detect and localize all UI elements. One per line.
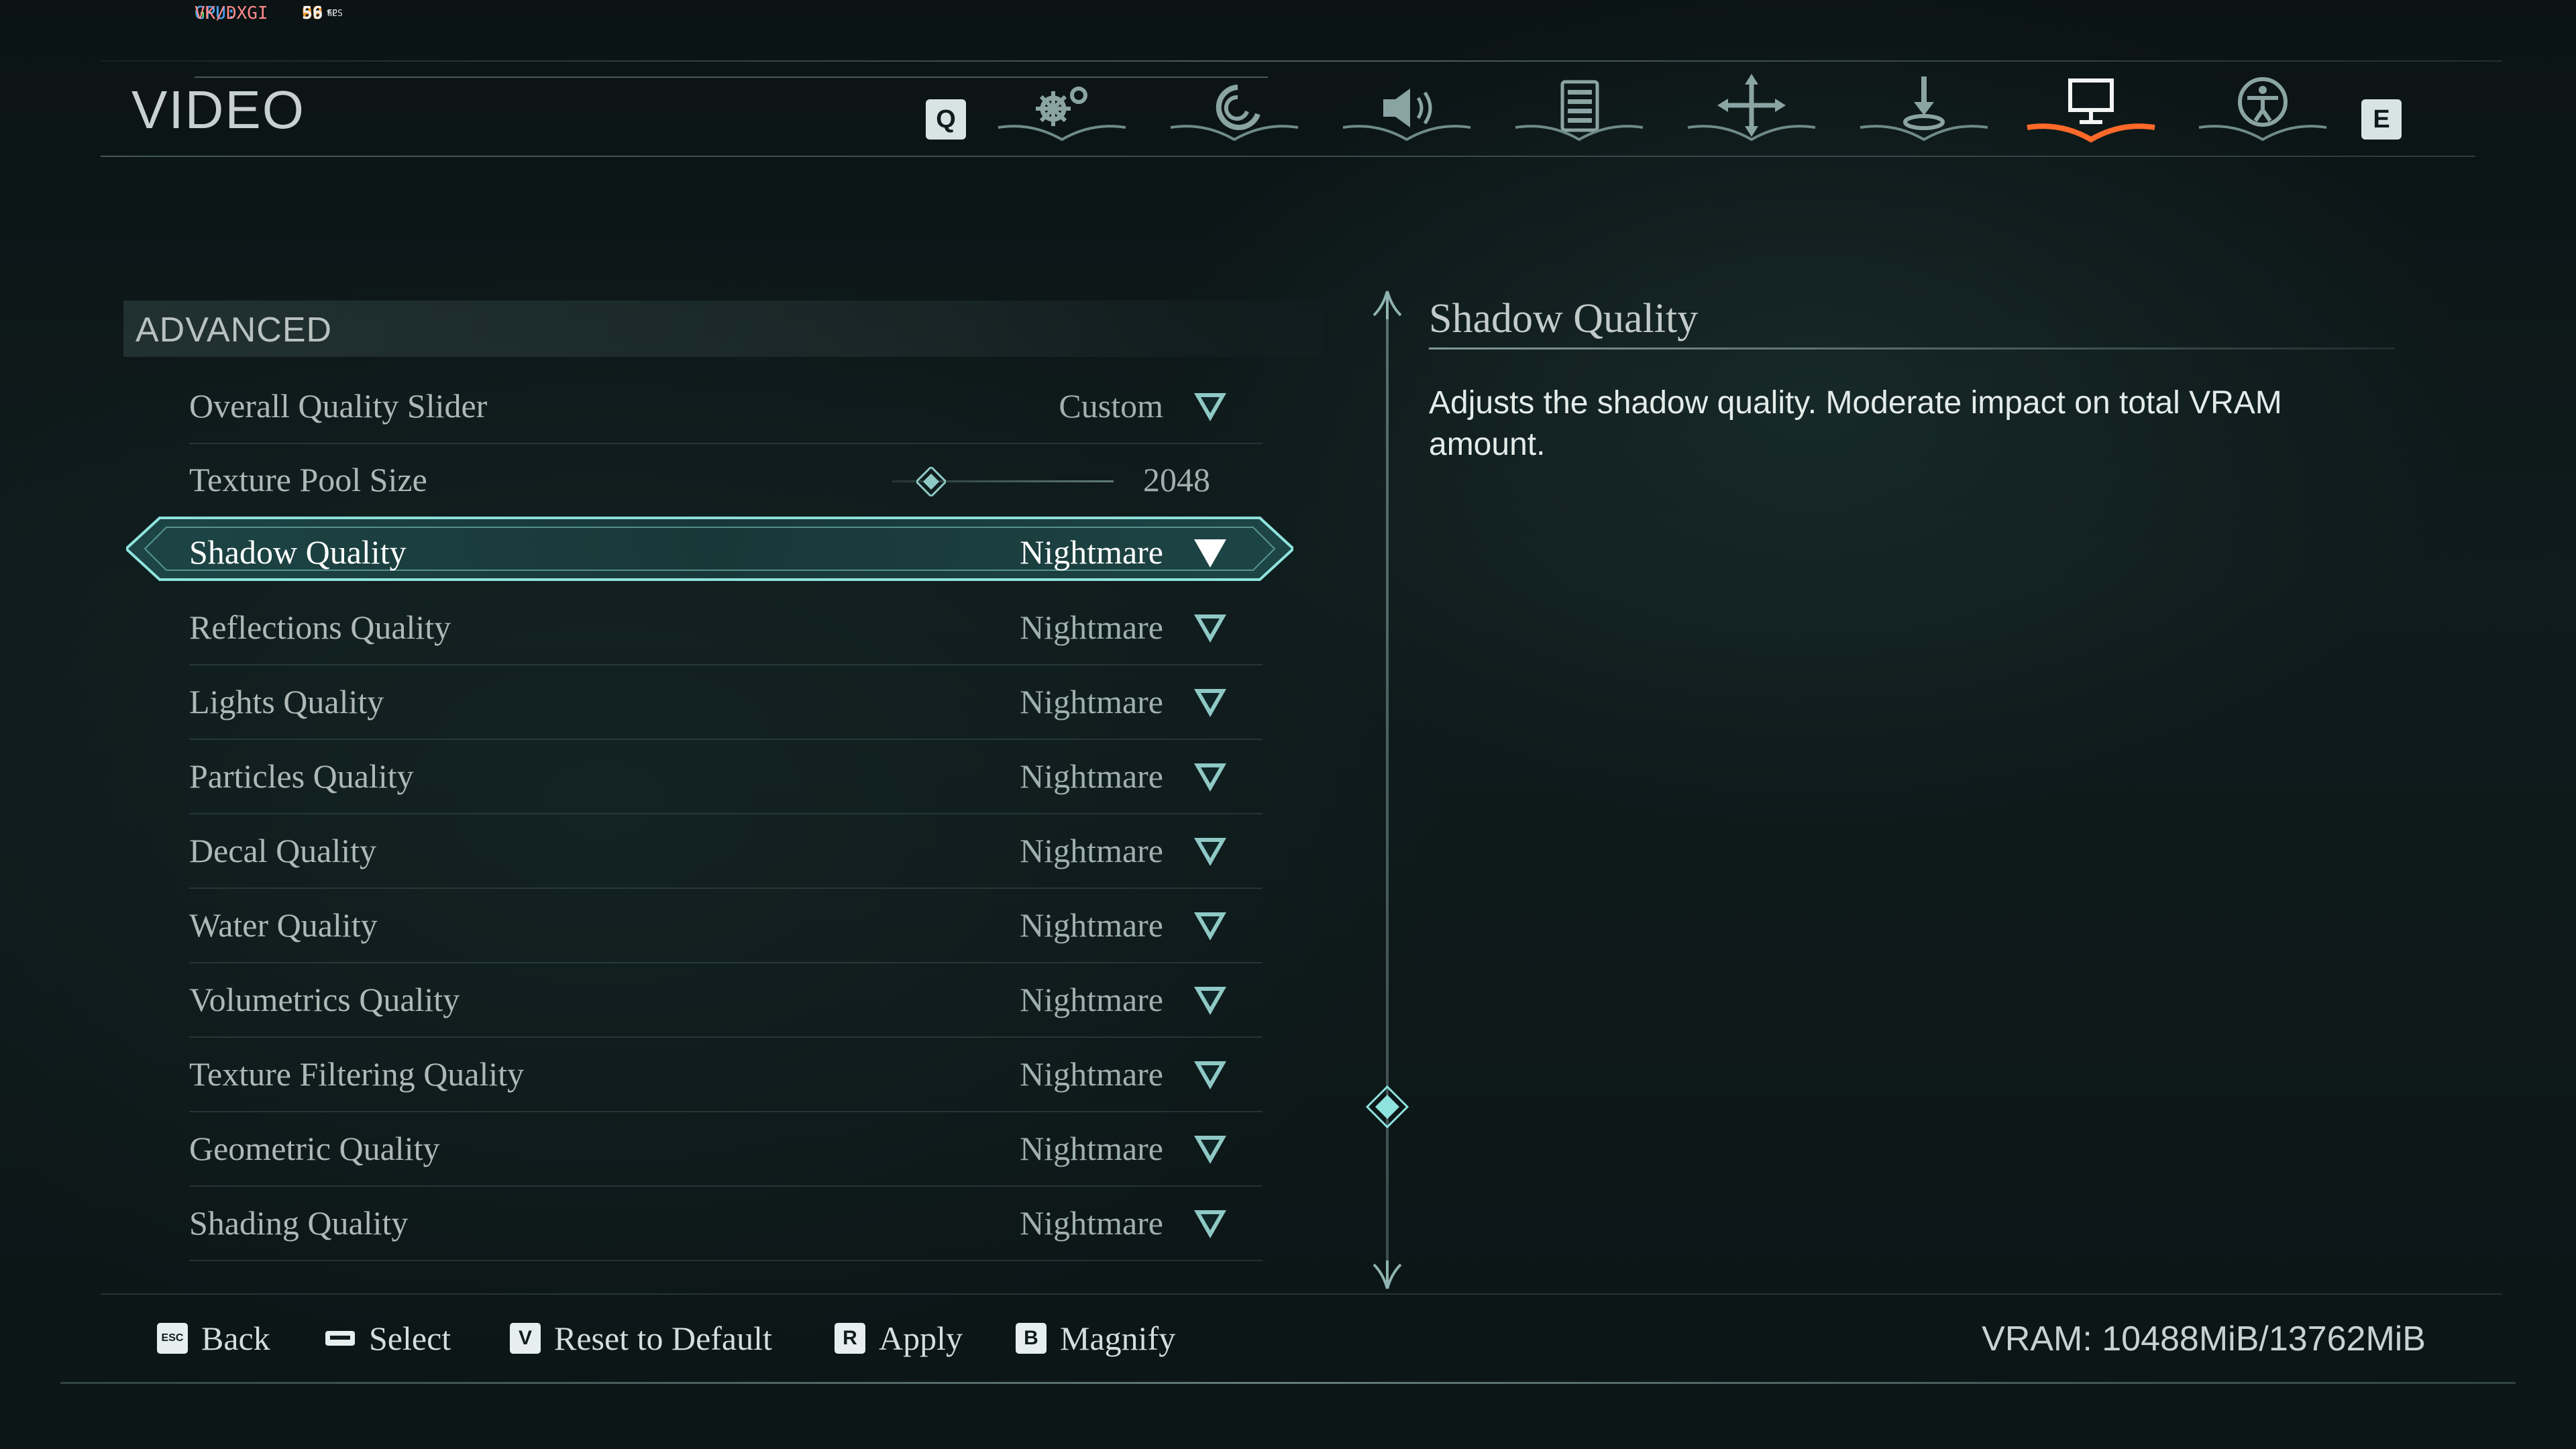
scroll-down-ornament-icon <box>1373 1260 1402 1289</box>
perf-api-label: VK/DXGI <box>195 3 268 23</box>
setting-value: Nightmare <box>1020 683 1163 720</box>
b-key-icon: B <box>1016 1323 1046 1354</box>
tab-gameplay[interactable] <box>991 67 1132 148</box>
hint-select[interactable]: Select <box>325 1319 451 1358</box>
spacebar-key-icon <box>325 1323 356 1354</box>
r-key-icon: R <box>835 1323 865 1354</box>
setting-value: Nightmare <box>1020 1204 1163 1242</box>
setting-value: Nightmare <box>1020 608 1163 646</box>
tab-game-settings[interactable] <box>1509 67 1650 148</box>
setting-label: Lights Quality <box>189 683 384 720</box>
header-bottom-divider <box>101 156 2475 157</box>
hint-apply[interactable]: R Apply <box>835 1319 963 1358</box>
setting-row-lights-quality[interactable]: Lights Quality Nightmare <box>189 665 1263 740</box>
setting-value: Nightmare <box>1020 1130 1163 1167</box>
setting-row-decal-quality[interactable]: Decal Quality Nightmare <box>189 814 1263 889</box>
list-icon <box>1515 80 1644 142</box>
monitor-icon <box>2027 78 2155 143</box>
tab-controls[interactable] <box>1164 67 1305 148</box>
crosshair-arrows-icon <box>1687 74 1816 142</box>
setting-row-texture-pool-size[interactable]: Texture Pool Size 2048 <box>189 443 1263 518</box>
setting-label: Overall Quality Slider <box>189 387 488 425</box>
download-icon <box>1860 76 1988 142</box>
setting-value: Nightmare <box>1020 757 1163 795</box>
dropdown-arrow-icon[interactable] <box>1193 1209 1228 1240</box>
dropdown-arrow-icon[interactable] <box>1193 762 1228 793</box>
setting-value: Nightmare <box>1020 832 1163 869</box>
prev-tab-key[interactable]: Q <box>926 99 966 140</box>
gear-icon <box>998 87 1126 142</box>
setting-value: Custom <box>1059 387 1163 425</box>
dropdown-arrow-icon[interactable] <box>1193 392 1228 423</box>
dropdown-arrow-icon[interactable] <box>1193 1060 1228 1091</box>
footer-top-divider <box>101 1293 2502 1295</box>
next-tab-key[interactable]: E <box>2361 99 2402 140</box>
setting-label: Decal Quality <box>189 832 377 869</box>
dropdown-arrow-icon[interactable] <box>1193 538 1228 569</box>
scrollbar-thumb-icon[interactable] <box>1366 1085 1409 1128</box>
vram-usage: VRAM: 10488MiB/13762MiB <box>1982 1320 2426 1358</box>
speaker-icon <box>1342 89 1471 142</box>
setting-label: Volumetrics Quality <box>189 981 460 1018</box>
hint-magnify[interactable]: B Magnify <box>1016 1319 1175 1358</box>
tab-audio[interactable] <box>1336 67 1477 148</box>
setting-label: Shading Quality <box>189 1204 409 1242</box>
setting-label: Water Quality <box>189 906 378 944</box>
setting-row-reflections-quality[interactable]: Reflections Quality Nightmare <box>189 590 1263 665</box>
setting-value: Nightmare <box>1020 1055 1163 1093</box>
hint-label: Select <box>369 1320 451 1357</box>
header-top-divider <box>101 60 2502 62</box>
tab-video[interactable] <box>2021 67 2161 148</box>
perf-fps-value: 56 <box>302 3 323 23</box>
hint-label: Back <box>201 1320 270 1357</box>
slider-knob-icon[interactable] <box>916 467 946 496</box>
setting-value: Nightmare <box>1020 906 1163 944</box>
setting-row-texture-filtering-quality[interactable]: Texture Filtering Quality Nightmare <box>189 1037 1263 1112</box>
swirl-icon <box>1170 85 1299 142</box>
description-underline <box>1429 347 2395 350</box>
dropdown-arrow-icon[interactable] <box>1193 985 1228 1016</box>
setting-label: Geometric Quality <box>189 1130 440 1167</box>
setting-value: 2048 <box>1143 461 1210 498</box>
setting-row-particles-quality[interactable]: Particles Quality Nightmare <box>189 739 1263 814</box>
setting-row-overall-quality[interactable]: Overall Quality Slider Custom <box>189 369 1263 444</box>
setting-label: Reflections Quality <box>189 608 451 646</box>
tab-hud[interactable] <box>1681 67 1822 148</box>
hint-label: Reset to Default <box>554 1320 772 1357</box>
hint-reset-to-default[interactable]: V Reset to Default <box>510 1319 772 1358</box>
hint-back[interactable]: ESC Back <box>157 1319 270 1358</box>
footer-bottom-divider <box>60 1382 2516 1384</box>
accessibility-icon <box>2198 77 2327 142</box>
setting-row-shading-quality[interactable]: Shading Quality Nightmare <box>189 1186 1263 1261</box>
dropdown-arrow-icon[interactable] <box>1193 688 1228 718</box>
page-title: VIDEO <box>131 80 305 140</box>
tab-downloads[interactable] <box>1854 67 1994 148</box>
dropdown-arrow-icon[interactable] <box>1193 837 1228 867</box>
setting-value: Nightmare <box>1020 981 1163 1018</box>
dropdown-arrow-icon[interactable] <box>1193 613 1228 644</box>
hint-label: Magnify <box>1060 1320 1176 1357</box>
hint-label: Apply <box>879 1320 963 1357</box>
setting-label: Particles Quality <box>189 757 414 795</box>
esc-key-icon: ESC <box>157 1323 188 1354</box>
setting-value: Nightmare <box>1020 533 1163 571</box>
setting-row-shadow-quality[interactable]: Shadow Quality Nightmare <box>189 515 1263 589</box>
description-title: Shadow Quality <box>1429 296 1699 341</box>
setting-row-volumetrics-quality[interactable]: Volumetrics Quality Nightmare <box>189 963 1263 1038</box>
perf-fps-unit: FPS <box>327 9 343 19</box>
tab-accessibility[interactable] <box>2192 67 2333 148</box>
setting-label: Texture Filtering Quality <box>189 1055 525 1093</box>
v-key-icon: V <box>510 1323 541 1354</box>
setting-row-geometric-quality[interactable]: Geometric Quality Nightmare <box>189 1112 1263 1187</box>
description-text: Adjusts the shadow quality. Moderate imp… <box>1429 385 2282 462</box>
dropdown-arrow-icon[interactable] <box>1193 911 1228 942</box>
dropdown-arrow-icon[interactable] <box>1193 1134 1228 1165</box>
setting-label: Texture Pool Size <box>189 461 427 498</box>
section-header-advanced: ADVANCED <box>123 301 1324 357</box>
setting-label: Shadow Quality <box>189 533 407 571</box>
section-title: ADVANCED <box>136 311 333 350</box>
setting-row-water-quality[interactable]: Water Quality Nightmare <box>189 888 1263 963</box>
